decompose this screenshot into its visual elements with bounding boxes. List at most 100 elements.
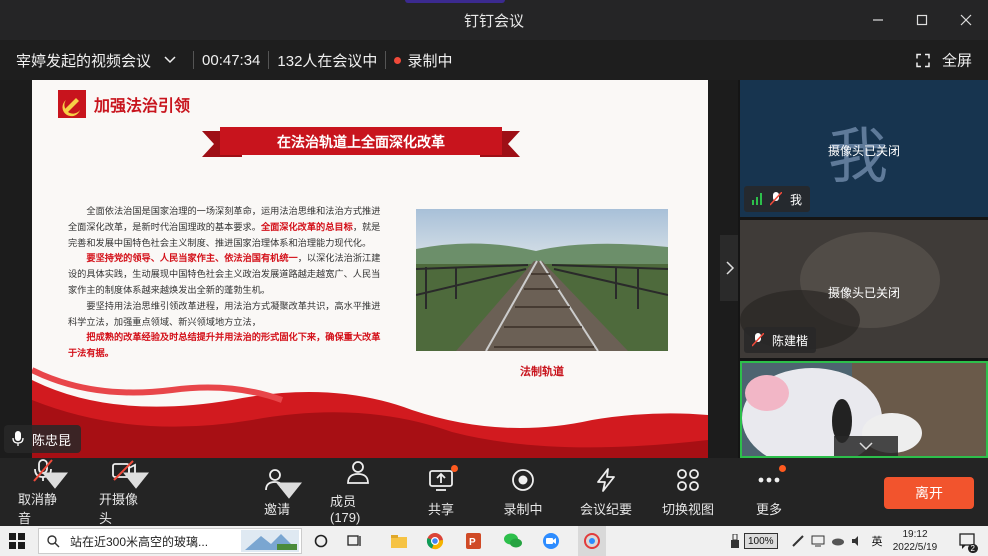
cortana-icon	[314, 534, 328, 548]
chevron-down-icon	[859, 442, 873, 451]
caret-down-icon[interactable]	[123, 466, 149, 492]
camera-off-text: 摄像头已关闭	[827, 144, 900, 158]
share-label: 共享	[427, 501, 454, 517]
notification-center-button[interactable]: 2	[954, 526, 980, 556]
search-text: 站在近300米高空的玻璃...	[70, 534, 209, 549]
file-explorer-app[interactable]	[386, 526, 412, 556]
close-icon	[960, 14, 972, 26]
video-app-icon	[543, 533, 559, 549]
powerpoint-icon: P	[466, 533, 481, 549]
caret-down-icon[interactable]	[276, 476, 302, 502]
meeting-info-bar: 宰婷发起的视频会议 00:47:34 132人在会议中 录制中 全屏	[0, 40, 988, 80]
battery-indicator[interactable]: 100%	[744, 533, 778, 549]
search-highlight-icon	[241, 530, 299, 552]
participant-name-tag: 陈建楷	[744, 327, 817, 353]
powerpoint-app[interactable]: P	[460, 526, 486, 556]
window-title: 钉钉会议	[463, 12, 524, 30]
speaker-name: 陈忠昆	[32, 432, 72, 448]
chrome-app[interactable]	[422, 526, 448, 556]
switch-view-button[interactable]: 切换视图	[660, 458, 716, 526]
recording-text: 录制中	[407, 52, 453, 70]
meeting-toolbar: 取消静音 开摄像头 邀请 成员(179) 共享 录制中 会议纪要 切换视图 更多…	[0, 458, 988, 526]
party-emblem-icon	[58, 90, 86, 118]
start-camera-button[interactable]: 开摄像头	[99, 458, 149, 526]
recording-button[interactable]: 录制中	[503, 458, 543, 526]
active-speaker-label: 陈忠昆	[4, 425, 82, 453]
task-view-button[interactable]	[342, 526, 368, 556]
minimize-button[interactable]	[856, 0, 900, 40]
fullscreen-icon	[916, 53, 930, 67]
close-button[interactable]	[944, 0, 988, 40]
meeting-name-dropdown[interactable]: 宰婷发起的视频会议	[0, 50, 185, 70]
unmute-button[interactable]: 取消静音	[18, 458, 68, 526]
fullscreen-button[interactable]: 全屏	[916, 50, 972, 71]
start-camera-label: 开摄像头	[99, 492, 139, 526]
participant-name: 我	[790, 192, 803, 207]
participant-tile[interactable]: 我 摄像头已关闭 我	[740, 80, 988, 217]
more-button[interactable]: 更多	[754, 458, 786, 526]
caret-down-icon[interactable]	[42, 466, 68, 492]
unmute-label: 取消静音	[18, 492, 58, 526]
collapse-panel-button[interactable]	[720, 235, 740, 301]
invite-button[interactable]: 邀请	[262, 458, 302, 526]
cloud-icon	[832, 538, 844, 546]
record-icon	[512, 468, 534, 491]
participant-count-text: 132人在会议中	[277, 52, 378, 70]
chrome-icon	[426, 533, 444, 550]
more-label: 更多	[755, 501, 782, 517]
zoom-app[interactable]	[538, 526, 564, 556]
input-method-indicator[interactable]: 英	[868, 526, 886, 556]
clock-date: 2022/5/19	[892, 542, 938, 553]
maximize-button[interactable]	[900, 0, 944, 40]
body-text: 要坚持用法治思维引领改革进程，用法治方式凝聚改革共识，高水平推进科学立法，加强重…	[68, 300, 381, 327]
os-taskbar: 站在近300米高空的玻璃... P 100% 英 19:12 2022/5/19…	[0, 526, 988, 556]
system-clock[interactable]: 19:12 2022/5/19	[886, 528, 944, 554]
meeting-minutes-button[interactable]: 会议纪要	[578, 458, 634, 526]
participant-name: 陈建楷	[772, 333, 809, 348]
wechat-icon	[504, 533, 522, 548]
taskbar-search[interactable]: 站在近300米高空的玻璃...	[38, 528, 302, 554]
participant-tile[interactable]: 摄像头已关闭 陈建楷	[740, 220, 988, 358]
share-button[interactable]: 共享	[426, 458, 458, 526]
wechat-app[interactable]	[500, 526, 526, 556]
mic-muted-icon	[770, 192, 782, 206]
railway-photo	[416, 209, 668, 351]
tray-volume-icon[interactable]	[850, 526, 864, 556]
emphasis-text: 把成熟的改革经验及时总结提升并用法治的形式固化下来，确保重大改革于法有据。	[68, 332, 381, 359]
grid-view-icon	[677, 468, 699, 491]
slide-paragraph: 把成熟的改革经验及时总结提升并用法治的形式固化下来，确保重大改革于法有据。	[68, 330, 382, 362]
active-participant-tile[interactable]	[740, 361, 988, 458]
scroll-down-button[interactable]	[834, 436, 898, 456]
emphasis-text: 要坚持党的领导、人民当家作主、依法治国有机统一	[86, 253, 298, 264]
duration-text: 00:47:34	[202, 51, 261, 69]
pen-icon	[792, 535, 804, 547]
meeting-name: 宰婷发起的视频会议	[16, 52, 152, 70]
more-icon	[758, 477, 780, 482]
tray-usb-icon[interactable]	[728, 526, 742, 556]
svg-text:P: P	[469, 537, 476, 548]
clock-time: 19:12	[902, 529, 928, 540]
tray-app-icon[interactable]	[790, 526, 806, 556]
slide-subtitle: 在法治轨道上全面深化改革	[277, 134, 445, 150]
recording-label: 录制中	[503, 501, 543, 517]
start-button[interactable]	[0, 526, 34, 556]
members-button[interactable]: 成员(179)	[330, 458, 386, 526]
search-icon	[47, 534, 60, 547]
red-wave-decoration	[32, 367, 708, 458]
leave-button[interactable]: 离开	[884, 477, 974, 509]
tray-network-icon[interactable]	[810, 526, 826, 556]
cortana-button[interactable]	[308, 526, 334, 556]
emphasis-text: 全面深化改革的总目标	[260, 221, 353, 232]
notification-count: 2	[967, 544, 978, 553]
slide-paragraph: 要坚持党的领导、人民当家作主、依法治国有机统一，以深化法治浙江建设的具体实践，生…	[68, 251, 382, 298]
folder-icon	[391, 535, 407, 548]
windows-icon	[9, 533, 25, 549]
meeting-minutes-label: 会议纪要	[579, 501, 632, 517]
minimize-icon	[873, 19, 883, 21]
dingtalk-app[interactable]	[578, 526, 606, 556]
title-accent	[405, 0, 505, 3]
participant-count[interactable]: 132人在会议中	[269, 50, 385, 70]
speaking-signal-icon	[752, 193, 762, 205]
tray-onedrive-icon[interactable]	[830, 526, 846, 556]
slide-paragraph: 要坚持用法治思维引领改革进程，用法治方式凝聚改革共识，高水平推进科学立法，加强重…	[68, 299, 382, 331]
